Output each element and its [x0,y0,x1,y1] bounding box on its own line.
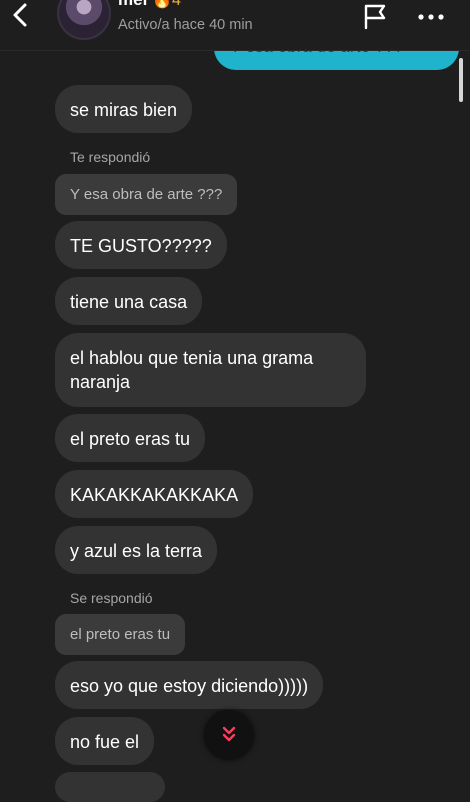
contact-name: mel [118,0,147,9]
message-bubble[interactable]: eso yo que estoy diciendo))))) [55,661,324,709]
message-text: el hablou que tenia una grama naranja [70,348,314,392]
chevron-left-icon [13,3,27,27]
message-bubble[interactable]: y azul es la terra [55,526,218,574]
message-text: no fue el [70,732,140,752]
more-horizontal-icon [418,14,444,20]
streak-badge: 🔥4 [152,0,181,9]
scroll-to-bottom-button[interactable] [204,710,254,760]
message-bubble[interactable]: TE GUSTO????? [55,221,227,269]
message-bubble-partial[interactable] [55,772,165,802]
scrollbar-thumb[interactable] [459,58,463,102]
message-text: tiene una casa [70,292,188,312]
message-bubble[interactable]: KAKAKKAKAKKAKA [55,470,254,518]
back-button[interactable] [8,2,34,28]
message-bubble[interactable]: el preto eras tu [55,414,206,462]
chat-header: mel 🔥4 Activo/a hace 40 min [0,0,470,51]
message-text: y azul es la terra [70,541,203,561]
activity-status: Activo/a hace 40 min [118,17,253,33]
flag-icon [364,4,386,30]
avatar[interactable] [57,0,111,40]
reply-label: Se respondió [70,590,153,606]
message-bubble[interactable]: no fue el [55,717,155,765]
contact-name-row[interactable]: mel 🔥4 [118,0,181,10]
message-text: KAKAKKAKAKKAKA [70,485,239,505]
double-chevron-down-icon [222,726,236,742]
message-text: el preto eras tu [70,429,191,449]
message-bubble[interactable]: el hablou que tenia una grama naranja [55,333,366,407]
message-text: se miras bien [70,100,178,120]
report-button[interactable] [362,2,390,30]
quoted-message[interactable]: el preto eras tu [55,614,186,655]
message-text: TE GUSTO????? [70,236,212,256]
reply-label: Te respondió [70,149,151,165]
quoted-message[interactable]: Y esa obra de arte ??? [55,174,238,215]
message-bubble[interactable]: se miras bien [55,85,193,133]
more-options-button[interactable] [417,9,445,20]
message-bubble[interactable]: tiene una casa [55,277,203,325]
message-text: eso yo que estoy diciendo))))) [70,676,309,696]
